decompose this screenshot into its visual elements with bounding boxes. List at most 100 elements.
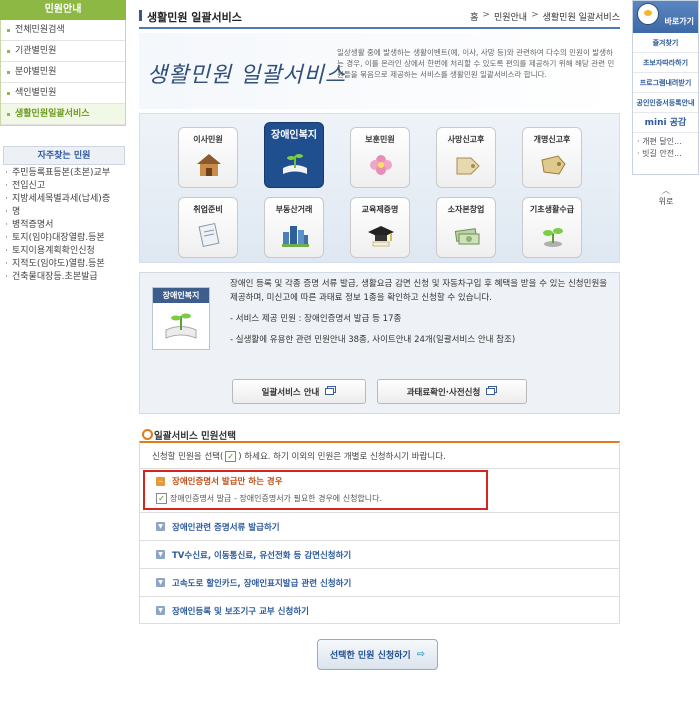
disability-certificate-checkbox[interactable]: ✓ [156,493,167,504]
mini-news-list: · 개편 달인... · 빗길 안전... [633,133,698,163]
service-after-death-report[interactable]: 사망신고후 [436,127,496,188]
book-sprout-icon [279,149,311,179]
group-fee-reduction[interactable]: ▼ TV수신료, 이동통신료, 유선전화 등 감면신청하기 [140,540,619,568]
quick-link-beginner-guide[interactable]: 초보자따라하기 [633,53,698,73]
news-item[interactable]: · 개편 달인... [637,136,694,148]
civil-option-label: 장애인증명서 발급 - 장애인증명서가 필요한 경우에 신청합니다. [170,494,383,503]
service-label: 교육제증명 [361,205,399,214]
service-label: 보훈민원 [365,135,395,144]
quick-menu: 바로가기 즐겨찾기 초보자따라하기 프로그램내려받기 공인인증서등록안내 min… [632,0,699,175]
news-item[interactable]: · 빗길 안전... [637,148,694,160]
tag-icon [537,150,569,180]
service-label: 장애인복지 [271,130,317,141]
service-job-preparation[interactable]: 취업준비 [178,197,238,258]
quick-link-favorites[interactable]: 즐겨찾기 [633,33,698,53]
breadcrumb-current: 생활민원 일괄서비스 [542,13,620,23]
house-icon [193,150,225,180]
favorite-item[interactable]: 토지(임야)대장열람.등본 [3,232,125,245]
service-grid: 이사민원 장애인복지 보훈민원 사망신고후 개명신고후 취업준비 부동산거래 교… [139,113,620,263]
arrow-right-icon: ⇨ [416,649,426,660]
service-small-business-startup[interactable]: 소자본창업 [436,197,496,258]
group-highway-card[interactable]: ▼ 고속도로 할인카드, 장애인표지발급 관련 신청하기 [140,568,619,596]
group-label: TV수신료, 이동통신료, 유선전화 등 감면신청하기 [172,550,352,561]
section-title: 일괄서비스 민원선택 [142,428,236,442]
favorite-item-continued[interactable]: 명 [3,206,125,219]
group-disability-certificate-only[interactable]: − 장애인증명서 발급만 하는 경우 ✓ 장애인증명서 발급 - 장애인증명서가… [140,468,619,512]
intro-description: 일상생활 중에 발생하는 생활이벤트(예, 이사, 사망 등)와 관련하여 다수… [337,48,615,79]
breadcrumb: 홈 > 민원안내 > 생활민원 일괄서비스 [470,10,620,23]
lnb-item-by-index[interactable]: 색인별민원 [1,83,125,104]
group-label: 장애인등록 및 보조기구 교부 신청하기 [172,606,309,617]
intro-banner: 생활민원 일괄서비스 일상생활 중에 발생하는 생활이벤트(예, 이사, 사망 … [139,33,620,109]
popup-window-icon [325,385,337,398]
detail-related-count: - 실생활에 유용한 관련 민원안내 38종, 사이트안내 24개(일괄서비스 … [230,335,516,345]
group-label: 고속도로 할인카드, 장애인표지발급 관련 신청하기 [172,578,352,589]
mini-gonggam-logo[interactable]: mini 공감 [633,113,698,133]
expand-icon: ▼ [156,578,165,587]
expand-icon: ▼ [156,606,165,615]
favorite-item[interactable]: 지방세세목별과세(납세)증 [3,193,125,206]
service-disability-welfare[interactable]: 장애인복지 [264,122,324,188]
button-label: 일괄서비스 안내 [261,387,320,398]
flower-icon [365,150,397,180]
mascot-icon [637,3,659,25]
money-icon [451,220,483,250]
selection-instruction: 신청할 민원을 선택( ✓ ) 하세요. 하기 이외의 민원은 개별로 신청하시… [152,450,446,462]
detail-card-label: 장애인복지 [153,288,209,303]
service-label: 소자본창업 [447,205,485,214]
breadcrumb-separator: > [531,10,539,20]
header-divider [139,27,620,29]
service-label: 기초생활수급 [529,205,575,214]
lnb-item-life-service[interactable]: 생활민원일괄서비스 [1,104,125,125]
favorite-item[interactable]: 전입신고 [3,180,125,193]
group-disability-documents[interactable]: ▼ 장애인관련 증명서류 발급하기 [140,512,619,540]
service-veterans[interactable]: 보훈민원 [350,127,410,188]
service-label: 취업준비 [193,205,223,214]
graduation-cap-icon [365,220,397,250]
page-title: 생활민원 일괄서비스 [139,9,242,25]
service-basic-livelihood[interactable]: 기초생활수급 [522,197,582,258]
lnb-header: 민원안내 [0,0,126,20]
lnb-item-by-field[interactable]: 분야별민원 [1,62,125,83]
apply-selected-button[interactable]: 선택한 민원 신청하기 ⇨ [317,639,438,670]
breadcrumb-separator: > [482,10,490,20]
button-label: 과태료확인·사전신청 [406,387,481,398]
favorite-item[interactable]: 지적도(임야도)열람.등본 [3,258,125,271]
expand-icon: ▼ [156,522,165,531]
service-label: 개명신고후 [533,135,571,144]
detail-service-count: - 서비스 제공 민원 : 장애인증명서 발급 등 17종 [230,314,402,324]
intro-title: 생활민원 일괄서비스 [147,63,347,88]
civil-option-row: ✓ 장애인증명서 발급 - 장애인증명서가 필요한 경우에 신청합니다. [156,493,382,504]
quick-link-program-download[interactable]: 프로그램내려받기 [633,73,698,93]
group-label: 장애인관련 증명서류 발급하기 [172,522,280,533]
service-label: 이사민원 [193,135,223,144]
service-moving[interactable]: 이사민원 [178,127,238,188]
group-registration-assistive-device[interactable]: ▼ 장애인등록 및 보조기구 교부 신청하기 [140,596,619,624]
lnb-list: 전체민원검색 기관별민원 분야별민원 색인별민원 생활민원일괄서비스 [0,20,126,126]
building-icon [279,220,311,250]
collapse-icon: − [156,476,165,486]
detail-description: 장애인 등록 및 각종 증명 서류 발급, 생활요금 감면 신청 및 자동차구입… [230,277,612,347]
button-label: 선택한 민원 신청하기 [329,651,411,661]
service-education-certificate[interactable]: 교육제증명 [350,197,410,258]
breadcrumb-civil-guide[interactable]: 민원안내 [494,10,527,23]
lnb-item-all-search[interactable]: 전체민원검색 [1,20,125,41]
favorite-item[interactable]: 주민등록표등본(초본)교부 [3,167,125,180]
document-icon [193,220,225,250]
favorite-item[interactable]: 토지이용계획확인신청 [3,245,125,258]
group-label: 장애인증명서 발급만 하는 경우 [172,477,283,487]
service-real-estate[interactable]: 부동산거래 [264,197,324,258]
favorite-item[interactable]: 병적증명서 [3,219,125,232]
quick-link-certificate-guide[interactable]: 공인인증서등록안내 [633,93,698,113]
favorite-civil-list: 자주찾는 민원 주민등록표등본(초본)교부 전입신고 지방세세목별과세(납세)증… [3,146,125,284]
favorite-item[interactable]: 건축물대장등.초본발급 [3,271,125,284]
left-navigation: 민원안내 전체민원검색 기관별민원 분야별민원 색인별민원 생활민원일괄서비스 [0,0,126,126]
service-after-name-change[interactable]: 개명신고후 [522,127,582,188]
penalty-check-apply-button[interactable]: 과태료확인·사전신청 [377,379,527,404]
breadcrumb-home[interactable]: 홈 [470,10,478,23]
lnb-item-by-agency[interactable]: 기관별민원 [1,41,125,62]
service-label: 사망신고후 [447,135,485,144]
detail-card: 장애인복지 [152,287,210,350]
bundle-service-guide-button[interactable]: 일괄서비스 안내 [232,379,366,404]
scroll-top-button[interactable]: ︿ 위로 [652,185,680,207]
